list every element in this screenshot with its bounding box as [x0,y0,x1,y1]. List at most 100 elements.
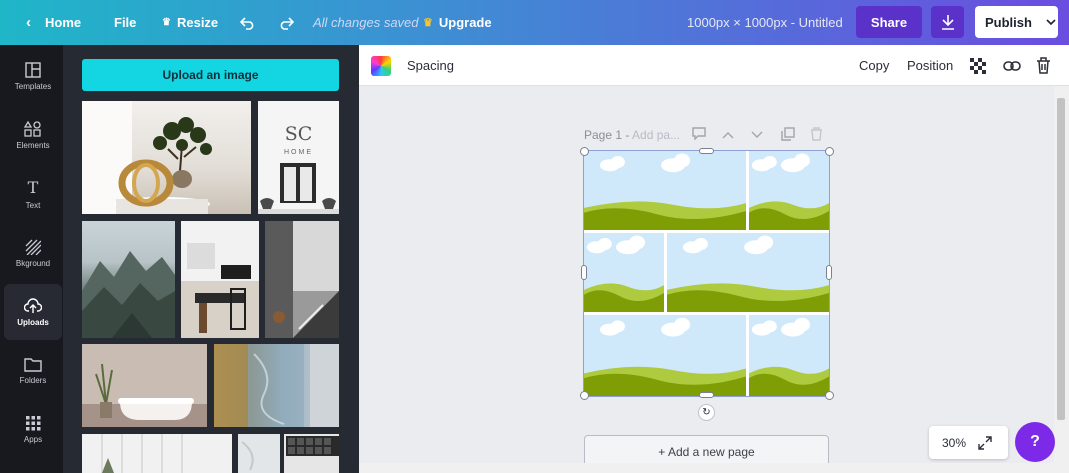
home-button[interactable]: ‹ Home [26,0,81,45]
spacing-button[interactable]: Spacing [407,45,454,86]
grid-image-placeholder[interactable] [749,315,829,396]
rail-item-label: Text [25,201,41,210]
rotate-handle[interactable]: ↻ [698,404,715,421]
transparency-button[interactable] [970,45,986,86]
upload-thumbnail[interactable] [82,221,175,338]
zoom-control[interactable]: 30% [929,426,1008,459]
landscape-placeholder-icon [584,233,664,312]
resize-handle[interactable] [580,391,589,400]
grid-image-placeholder[interactable] [584,233,664,312]
delete-button[interactable] [1036,45,1051,86]
resize-handle[interactable] [826,265,832,280]
publish-button[interactable]: Publish [975,6,1058,38]
design-page[interactable] [583,150,830,397]
landscape-placeholder-icon [584,315,746,396]
vertical-scrollbar[interactable] [1054,86,1069,473]
crown-icon: ♛ [162,17,171,28]
share-label: Share [870,14,908,30]
upload-thumbnail[interactable] [214,344,339,427]
file-menu[interactable]: File [114,0,136,45]
grid-image-placeholder[interactable] [584,151,746,230]
grid-image-placeholder[interactable] [749,151,829,230]
marble-wall-photo [214,344,339,427]
resize-button[interactable]: ♛ Resize [162,0,218,45]
share-button[interactable]: Share [856,6,922,38]
editor-toolbar: Spacing Copy Position [359,45,1069,86]
landscape-placeholder-icon [667,233,829,312]
document-title[interactable]: 1000px × 1000px - Untitled [687,0,843,45]
rail-item-uploads[interactable]: Uploads [4,284,62,340]
vase-sculpture-photo [82,101,212,214]
rail-item-text[interactable]: T Text [4,166,62,222]
chevron-down-icon [751,131,763,138]
home-label: Home [45,15,82,30]
resize-handle[interactable] [825,147,834,156]
scrollbar-thumb[interactable] [1057,98,1065,420]
upload-image-button[interactable]: Upload an image [82,59,339,91]
add-page-label: + Add a new page [658,445,755,459]
undo-button[interactable] [240,0,256,45]
page-notes-button[interactable] [692,127,706,143]
position-button[interactable]: Position [907,45,953,86]
chevron-up-icon [722,132,734,139]
page-label[interactable]: Page 1 - Add pa... [584,128,680,142]
upload-thumbnail[interactable] [82,434,232,473]
bathtub-photo [82,344,207,427]
resize-handle[interactable] [581,265,587,280]
upload-thumbnail[interactable] [265,221,339,338]
upload-thumbnail[interactable] [82,344,207,427]
text-icon: T [27,178,39,197]
marble-photo [241,441,254,471]
color-button[interactable] [371,45,391,86]
rail-item-label: Uploads [17,317,49,327]
resize-handle[interactable] [580,147,589,156]
move-page-down-button[interactable] [751,127,763,142]
duplicate-page-button[interactable] [781,127,795,144]
resize-handle[interactable] [699,148,714,154]
link-button[interactable] [1003,45,1021,86]
rail-item-templates[interactable]: Templates [4,48,62,104]
rail-item-folders[interactable]: Folders [4,343,62,399]
upgrade-button[interactable]: ♛ Upgrade [423,0,492,45]
upload-image-label: Upload an image [162,68,259,82]
side-rail: Templates Elements T Text Bkground Uploa… [0,45,63,473]
help-label: ? [1030,433,1040,450]
duplicate-icon [781,127,795,141]
upload-thumbnail[interactable] [181,221,259,338]
apps-icon [25,416,40,431]
copy-label: Copy [859,58,890,73]
upload-thumbnail[interactable] [82,101,251,214]
download-icon [941,15,954,30]
upgrade-label: Upgrade [438,15,492,30]
upload-thumbnail[interactable] [284,434,339,473]
rail-item-background[interactable]: Bkground [4,225,62,281]
copy-button[interactable]: Copy [859,45,889,86]
keyboard-photo [284,434,339,473]
horizontal-scrollbar[interactable] [359,463,1054,473]
grid-image-placeholder[interactable] [667,233,829,312]
download-button[interactable] [931,6,964,38]
help-button[interactable]: ? [1015,422,1055,462]
zoom-level: 30% [942,435,967,450]
expand-icon[interactable] [978,435,992,450]
mountain-photo [82,251,175,338]
landscape-placeholder-icon [749,315,829,396]
delete-page-button[interactable] [810,127,823,144]
upload-thumbnail[interactable] [238,434,280,473]
redo-button[interactable] [278,0,294,45]
elements-icon [24,120,41,137]
rail-item-label: Bkground [15,258,51,268]
move-page-up-button[interactable] [722,127,734,142]
folder-icon [24,358,42,372]
resize-handle[interactable] [699,392,714,398]
page-title-placeholder: Add pa... [632,128,681,142]
resize-handle[interactable] [825,391,834,400]
grid-image-placeholder[interactable] [584,315,746,396]
background-icon [25,239,41,255]
storefront-photo [258,163,339,214]
rail-item-elements[interactable]: Elements [4,107,62,163]
white-curtain-photo [101,434,183,473]
rail-item-apps[interactable]: Apps [4,402,62,458]
redo-icon [280,16,294,30]
upload-thumbnail[interactable]: SC HOME [258,101,339,214]
